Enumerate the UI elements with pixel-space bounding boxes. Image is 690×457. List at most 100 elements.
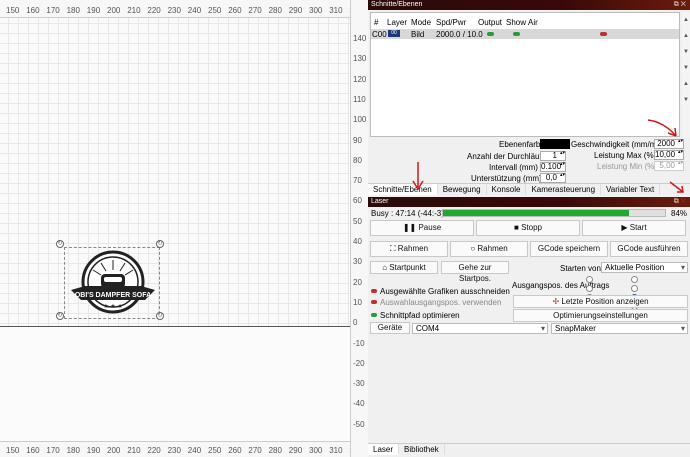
move-layer-arrows-icon[interactable]: ▲ ▲ ▼ ▼ ▲ ▼: [682, 12, 690, 108]
rahmen-circle-button[interactable]: ○ Rahmen: [450, 241, 528, 257]
ruler-tick: -10: [353, 338, 365, 348]
gcode-run-button[interactable]: GCode ausführen: [610, 241, 688, 257]
laser-empty-area: [368, 337, 690, 441]
schnittpfad-label: Schnittpfad optimieren: [380, 311, 460, 320]
rotate-handle-br[interactable]: ↻: [156, 312, 164, 320]
layer-color-swatch[interactable]: 00: [388, 30, 400, 37]
ruler-tick: 170: [46, 446, 60, 455]
rahmen-circle-label: Rahmen: [477, 244, 508, 253]
leistung-min-spinner[interactable]: 5,00: [654, 161, 684, 171]
laser-dock-icons[interactable]: ⧉ ✕: [674, 197, 686, 207]
ruler-tick: 200: [107, 6, 121, 15]
ruler-tick: 210: [127, 6, 141, 15]
ruler-tick: 250: [208, 6, 222, 15]
ruler-tick: 290: [288, 6, 303, 15]
layers-header: # Layer Mode Spd/Pwr Output Show Air: [371, 13, 679, 29]
stopp-button[interactable]: ■ Stopp: [476, 220, 580, 236]
rotate-handle-bl[interactable]: ↻: [56, 312, 64, 320]
tab-laser[interactable]: Laser: [368, 444, 400, 455]
ruler-tick: 50: [353, 216, 362, 226]
tab-kamerasteuerung[interactable]: Kamerasteuerung: [526, 184, 602, 195]
col-spdpwr: Spd/Pwr: [436, 18, 467, 27]
optimize-path-toggle-icon[interactable]: [371, 313, 377, 317]
gehe-start-button[interactable]: Gehe zur Startpos.: [441, 261, 509, 283]
rahmen-button[interactable]: ⛶ Rahmen: [370, 241, 448, 257]
start-label: Start: [629, 223, 647, 232]
geschwindigkeit-label: Geschwindigkeit (mm/m): [571, 140, 660, 149]
leistung-max-label: Leistung Max (%): [594, 151, 657, 160]
letzte-pos-button[interactable]: ✢ Letzte Position anzeigen: [513, 295, 688, 308]
show-toggle-icon[interactable]: [513, 32, 520, 36]
dock-icons[interactable]: ⧉ ✕: [674, 0, 686, 10]
gcode-save-button[interactable]: GCode speichern: [530, 241, 608, 257]
start-button[interactable]: ▶ Start: [582, 220, 686, 236]
starten-von-select[interactable]: Aktuelle Position: [601, 262, 688, 273]
ruler-tick: 270: [248, 446, 262, 455]
ruler-tick: 180: [66, 6, 80, 15]
tab-variabler-text[interactable]: Variabler Text: [601, 184, 661, 195]
ruler-tick: 70: [353, 176, 362, 186]
rotate-handle-tr[interactable]: ↻: [156, 240, 164, 248]
use-selection-origin-toggle-icon[interactable]: [371, 300, 377, 304]
tab-konsole[interactable]: Konsole: [487, 184, 527, 195]
layers-list[interactable]: # Layer Mode Spd/Pwr Output Show Air C00…: [370, 12, 680, 137]
layers-title: Schnitte/Ebenen: [371, 1, 423, 8]
ruler-tick: 170: [46, 6, 60, 15]
origin-radio-tr[interactable]: [631, 276, 638, 283]
leistung-min-label: Leistung Min (%): [597, 162, 658, 171]
ruler-tick: 240: [187, 6, 202, 15]
tab-schnitte[interactable]: Schnitte/Ebenen: [368, 184, 438, 195]
geschwindigkeit-spinner[interactable]: 2000: [654, 139, 684, 149]
ruler-tick: 300: [309, 6, 323, 15]
ruler-tick: -50: [353, 419, 365, 429]
origin-radio-mc[interactable]: [631, 285, 638, 292]
layers-titlebar: Schnitte/Ebenen ⧉ ✕: [368, 0, 690, 10]
laser-tabbar: Laser Bibliothek: [368, 443, 690, 455]
geraete-button[interactable]: Geräte: [370, 322, 410, 334]
right-ruler: 140 130 120 110 100 90 80 70 60 50 40 30 20 10 0 -10 -20…: [350, 0, 368, 457]
cut-selected-toggle-icon[interactable]: [371, 289, 377, 293]
origin-radio-tl[interactable]: [586, 276, 593, 283]
ruler-tick: 130: [353, 54, 367, 64]
air-toggle-icon[interactable]: [600, 32, 607, 36]
rotate-handle-tl[interactable]: ↻: [56, 240, 64, 248]
intervall-label: Intervall (mm): [489, 163, 538, 172]
annotation-close-arrow-icon: [669, 181, 684, 193]
job-progress-fill: [443, 210, 630, 216]
tab-bibliothek[interactable]: Bibliothek: [399, 444, 445, 455]
ruler-tick: 190: [86, 446, 101, 455]
tab-bewegung[interactable]: Bewegung: [438, 184, 487, 195]
layer-row[interactable]: C00 00 Bild 2000.0 / 10.0: [371, 29, 679, 39]
unterstuetzung-label: Unterstützung (mm): [471, 174, 542, 183]
leistung-max-spinner[interactable]: 10,00: [654, 150, 684, 160]
laser-panel: Laser ⧉ ✕ Busy : 47:14 (-44:-3) 84% ❚❚ P…: [368, 197, 690, 457]
ruler-tick: 150: [6, 446, 20, 455]
durchlaeufe-spinner[interactable]: 1: [540, 151, 566, 161]
selected-graphic[interactable]: OBI'S DAMPFER SOFA ★ ★ ★: [64, 247, 160, 319]
bottom-ruler: 150 160 170 180 190 200 210 220 230 240 250 260 270 2…: [0, 441, 368, 457]
device-select[interactable]: SnapMaker: [551, 323, 688, 334]
layers-panel: Schnitte/Ebenen ⧉ ✕ # Layer Mode Spd/Pwr…: [368, 0, 690, 195]
origin-radio-ml[interactable]: [586, 285, 593, 292]
ruler-tick: 310: [329, 6, 343, 15]
output-toggle-icon[interactable]: [487, 32, 494, 36]
out-of-bed-area: [0, 327, 350, 441]
ruler-tick: 10: [353, 297, 362, 307]
design-canvas[interactable]: 150 160 170 180 190 200 210 220 230 240 250 260 270 2…: [0, 0, 368, 457]
ruler-tick: -40: [353, 399, 365, 409]
col-output: Output: [478, 18, 503, 27]
col-mode: Mode: [411, 18, 432, 27]
unterstuetzung-spinner[interactable]: 0,0: [540, 173, 566, 183]
port-select[interactable]: COM4: [412, 323, 548, 334]
intervall-spinner[interactable]: 0.100: [540, 162, 566, 172]
pause-button[interactable]: ❚❚ Pause: [370, 220, 474, 236]
ruler-tick: -30: [353, 379, 365, 389]
startpunkt-button[interactable]: ⌂ Startpunkt: [370, 261, 438, 274]
ruler-tick: 80: [353, 155, 362, 165]
layer-color-box[interactable]: [540, 139, 570, 149]
optimierung-button[interactable]: Optimierungseinstellungen: [513, 309, 688, 322]
ruler-tick: 220: [147, 6, 161, 15]
ruler-tick: 190: [86, 6, 101, 15]
col-layer: Layer: [387, 18, 408, 27]
ruler-tick: 290: [288, 446, 303, 455]
